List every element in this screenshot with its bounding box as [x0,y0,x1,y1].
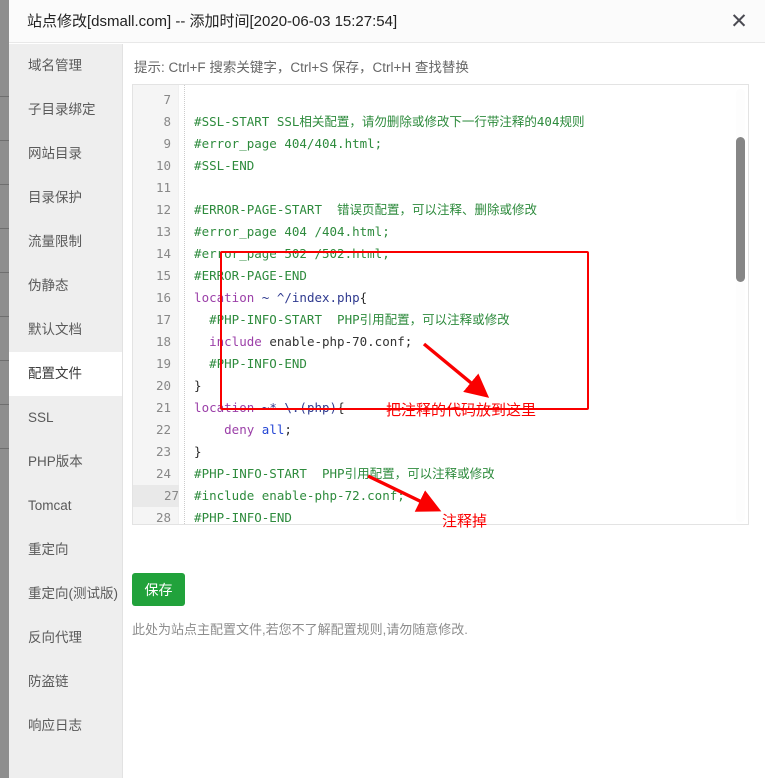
sidebar-item-site-directory[interactable]: 网站目录 [9,132,122,176]
code-line: #error_page 502 /502.html; [179,246,390,261]
line-number: 11 [155,180,171,195]
code-line: #ERROR-PAGE-END [179,268,307,283]
annotation-note-2: 注释掉 [442,512,488,530]
line-number: 17 [155,312,171,327]
line-number-active: 27 [133,485,179,507]
sidebar-item-reverse-proxy[interactable]: 反向代理 [9,616,122,660]
sidebar-item-traffic-limit[interactable]: 流量限制 [9,220,122,264]
code-line: include enable-php-70.conf; [179,334,413,349]
sidebar-item-tomcat[interactable]: Tomcat [9,484,122,528]
line-number: 14 [155,246,171,261]
sidebar-item-php-version[interactable]: PHP版本 [9,440,122,484]
shortcut-hint: 提示: Ctrl+F 搜索关键字，Ctrl+S 保存，Ctrl+H 查找替换 [134,60,469,75]
config-file-panel: 提示: Ctrl+F 搜索关键字，Ctrl+S 保存，Ctrl+H 查找替换 7… [124,44,765,778]
config-footer-note: 此处为站点主配置文件,若您不了解配置规则,请勿随意修改. [132,622,468,637]
annotation-note-1: 把注释的代码放到这里 [386,401,537,419]
editor-gutter: 7 8 9 10 11 12 13 14 15 16 17 18 19 20 2… [133,85,179,525]
code-line: #SSL-START SSL相关配置，请勿删除或修改下一行带注释的404规则 [179,114,585,129]
line-number: 15 [155,268,171,283]
line-number: 10 [155,158,171,173]
sidebar-item-redirect-beta[interactable]: 重定向(测试版) [9,572,122,616]
modal-window: 站点修改[dsmall.com] -- 添加时间[2020-06-03 15:2… [9,0,765,778]
line-number: 28 [155,510,171,525]
line-number: 7 [163,92,171,107]
dialog-title: 站点修改[dsmall.com] -- 添加时间[2020-06-03 15:2… [27,13,398,30]
line-number: 23 [155,444,171,459]
code-line: #error_page 404 /404.html; [179,224,390,239]
sidebar-item-config-file[interactable]: 配置文件 [9,352,122,396]
code-line: #PHP-INFO-END [179,356,307,371]
sidebar-item-response-log[interactable]: 响应日志 [9,704,122,748]
close-icon[interactable]: ✕ [725,8,753,36]
sidebar-item-redirect[interactable]: 重定向 [9,528,122,572]
code-line: deny all; [179,422,292,437]
sidebar-item-domain-management[interactable]: 域名管理 [9,44,122,88]
config-code-editor[interactable]: 7 8 9 10 11 12 13 14 15 16 17 18 19 20 2… [132,84,749,525]
sidebar-item-default-document[interactable]: 默认文档 [9,308,122,352]
settings-sidebar: 域名管理 子目录绑定 网站目录 目录保护 流量限制 伪静态 默认文档 配置文件 … [9,44,123,778]
background-page-strip [0,0,9,778]
line-number: 24 [155,466,171,481]
save-button[interactable]: 保存 [132,573,185,606]
code-line: #error_page 404/404.html; [179,136,383,151]
sidebar-item-anti-leech[interactable]: 防盗链 [9,660,122,704]
sidebar-item-pseudo-static[interactable]: 伪静态 [9,264,122,308]
code-line: #SSL-END [179,158,255,173]
code-line: #ERROR-PAGE-START 错误页配置，可以注释、删除或修改 [179,202,538,217]
code-line: #include enable-php-72.conf; [179,488,405,503]
line-number: 22 [155,422,171,437]
line-number: 9 [163,136,171,151]
code-line: #PHP-INFO-START PHP引用配置，可以注释或修改 [179,466,495,481]
line-number: 20 [155,378,171,393]
editor-scrollbar-thumb[interactable] [736,137,745,282]
sidebar-item-ssl[interactable]: SSL [9,396,122,440]
editor-code-area[interactable]: #SSL-START SSL相关配置，请勿删除或修改下一行带注释的404规则 #… [179,85,748,524]
code-line: } [179,444,202,459]
line-number: 16 [155,290,171,305]
line-number: 8 [163,114,171,129]
line-number: 12 [155,202,171,217]
sidebar-item-directory-protection[interactable]: 目录保护 [9,176,122,220]
line-number: 18 [155,334,171,349]
site-edit-dialog: 站点修改[dsmall.com] -- 添加时间[2020-06-03 15:2… [0,0,765,778]
dialog-body: 域名管理 子目录绑定 网站目录 目录保护 流量限制 伪静态 默认文档 配置文件 … [9,44,765,778]
code-line: } [179,378,202,393]
line-number: 21 [155,400,171,415]
line-number: 13 [155,224,171,239]
code-line: location ~ ^/index.php{ [179,290,368,305]
line-number: 19 [155,356,171,371]
dialog-titlebar: 站点修改[dsmall.com] -- 添加时间[2020-06-03 15:2… [9,0,765,43]
code-line: #PHP-INFO-START PHP引用配置，可以注释或修改 [179,312,510,327]
sidebar-item-subdirectory-binding[interactable]: 子目录绑定 [9,88,122,132]
